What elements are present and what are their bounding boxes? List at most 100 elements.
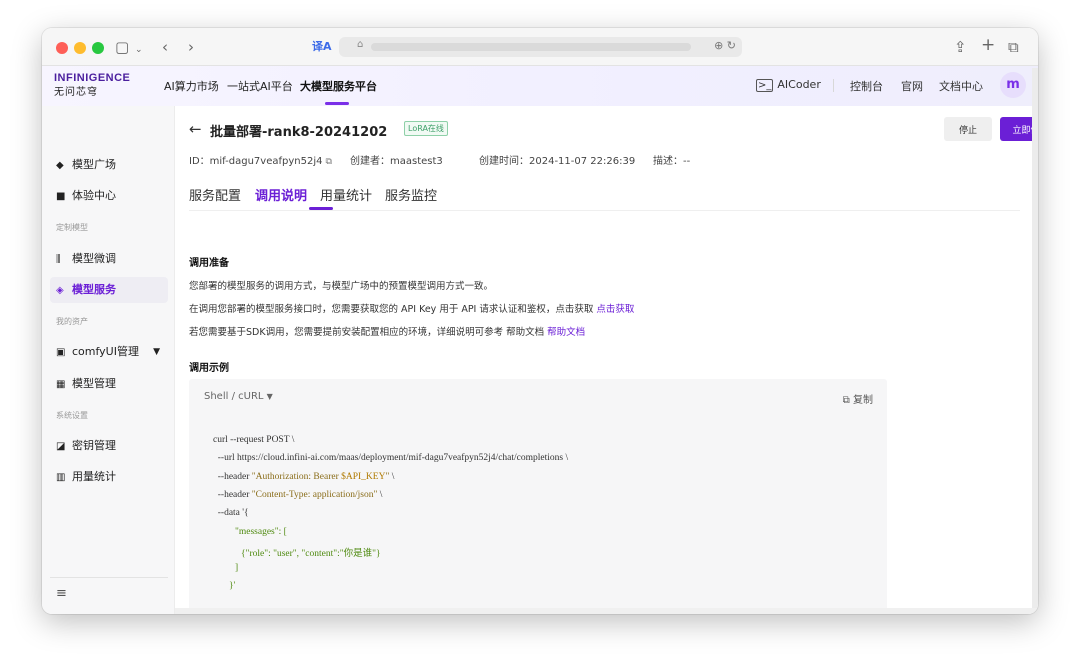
code-line-9: }': [229, 581, 236, 591]
creator: 创建者：maastest3: [350, 156, 443, 167]
prep-paragraph-1: 您部署的模型服务的调用方式，与模型广场中的预置模型调用方式一致。: [189, 281, 494, 292]
top-navigation: INFINIGENCE 无问芯穹 AI算力市场 一站式AI平台 大模型服务平台 …: [42, 66, 1038, 106]
sidebar-item-model-service[interactable]: ◈ 模型服务: [50, 277, 168, 303]
minimize-window-button[interactable]: [74, 42, 86, 54]
main-content: ← 批量部署-rank8-20241202 LoRA在线 停止 立即体验 ID：…: [175, 106, 1038, 614]
sidebar-toggle-icon[interactable]: ▢: [115, 37, 129, 57]
code-line-7: {"role": "user", "content":"你是谁"}: [241, 549, 381, 559]
code-example-block: Shell / cURL ▼ ⧉ 复制 curl --request POST …: [189, 379, 887, 614]
language-select-value: Shell / cURL: [204, 391, 264, 402]
tab-overview-icon[interactable]: ⧉: [1008, 37, 1019, 57]
sidebar-item-finetune[interactable]: ⫼ 模型微调: [50, 246, 168, 272]
get-api-key-link[interactable]: 点击获取: [596, 304, 634, 315]
chevron-down-icon: ▼: [266, 392, 273, 401]
sidebar-item-model-manage[interactable]: ▦ 模型管理: [50, 371, 168, 397]
grid-icon: ▦: [56, 379, 66, 390]
sidebar-item-label: 模型微调: [72, 252, 116, 265]
code-token: \: [389, 472, 395, 482]
tab-service-config[interactable]: 服务配置: [189, 185, 241, 204]
code-line-1: curl --request POST \: [213, 435, 295, 445]
tab-usage-stats[interactable]: 用量统计: [320, 185, 372, 204]
sidebar-item-comfyui[interactable]: ▣ comfyUI管理 ▼: [50, 339, 168, 365]
nav-one-stop-ai-platform[interactable]: 一站式AI平台: [227, 78, 293, 94]
user-avatar[interactable]: m: [1000, 72, 1026, 98]
official-site-link[interactable]: 官网: [901, 78, 923, 94]
sidebar-item-label: 体验中心: [72, 189, 116, 202]
translate-icon[interactable]: 译A: [312, 37, 332, 57]
sidebar-divider: [50, 577, 168, 578]
code-string: "Content-Type: application/json": [251, 490, 378, 500]
sidebar-group-settings: 系统设置: [56, 411, 88, 420]
nav-llm-service-platform[interactable]: 大模型服务平台: [300, 78, 377, 94]
docs-center-link[interactable]: 文档中心: [939, 78, 983, 94]
aicoder-link[interactable]: >_ AICoder: [756, 78, 821, 92]
language-select[interactable]: Shell / cURL ▼: [204, 391, 273, 402]
prep-paragraph-3: 若您需要基于SDK调用，您需要提前安装配置相应的环境，详细说明可参考 帮助文档 …: [189, 324, 585, 338]
comfyui-icon: ▣: [56, 347, 66, 358]
close-window-button[interactable]: [56, 42, 68, 54]
menu-collapse-icon[interactable]: ≡: [56, 586, 67, 601]
sidebar-item-model-square[interactable]: ◆ 模型广场: [50, 152, 168, 178]
sidebar-item-usage[interactable]: ▥ 用量统计: [50, 464, 168, 490]
share-icon[interactable]: ⇪: [954, 37, 967, 57]
tab-service-monitor[interactable]: 服务监控: [385, 185, 437, 204]
lock-icon: ⌂: [357, 39, 364, 50]
console-link[interactable]: 控制台: [850, 78, 883, 94]
copy-code-button[interactable]: ⧉ 复制: [843, 391, 873, 406]
help-docs-link[interactable]: 帮助文档: [547, 327, 585, 338]
sidebar-item-label: 密钥管理: [72, 439, 116, 452]
sidebar-item-label: comfyUI管理: [72, 345, 139, 358]
sidebar-item-label: 模型广场: [72, 158, 116, 171]
sidebar-item-experience[interactable]: ■ 体验中心: [50, 183, 168, 209]
bar-chart-icon: ▥: [56, 472, 66, 483]
vertical-scrollbar[interactable]: [1032, 68, 1038, 608]
brand-logo[interactable]: INFINIGENCE 无问芯穹: [54, 72, 130, 98]
horizontal-scrollbar[interactable]: [175, 608, 1038, 614]
tab-divider: [189, 210, 1020, 211]
terminal-icon: >_: [756, 79, 774, 92]
stop-button[interactable]: 停止: [944, 117, 992, 141]
code-variable: $API_KEY: [341, 472, 386, 482]
logo-text-cn: 无问芯穹: [54, 87, 98, 98]
maximize-window-button[interactable]: [92, 42, 104, 54]
sidebar-group-assets: 我的资产: [56, 317, 88, 326]
status-badge: LoRA在线: [404, 121, 448, 136]
nav-ai-compute-market[interactable]: AI算力市场: [164, 78, 219, 94]
copy-label: 复制: [853, 395, 873, 406]
address-bar[interactable]: ⌂ ⊕ ↻: [339, 37, 742, 57]
section-title-example: 调用示例: [189, 363, 229, 374]
sidebar-item-key-manage[interactable]: ◪ 密钥管理: [50, 433, 168, 459]
prep-paragraph-2: 在调用您部署的模型服务接口时，您需要获取您的 API Key 用于 API 请求…: [189, 301, 634, 315]
code-line-5: --data '{: [213, 508, 249, 518]
section-title-prep: 调用准备: [189, 258, 229, 269]
cube-icon: ◆: [56, 160, 64, 171]
chevron-down-icon[interactable]: ▼: [153, 339, 160, 365]
back-nav-icon[interactable]: ‹: [162, 37, 168, 57]
browser-window: ▢ ⌄ ‹ › 译A ⌂ ⊕ ↻ ⇪ + ⧉ INFINIGENCE 无问芯穹 …: [42, 28, 1038, 614]
sidebar: ◆ 模型广场 ■ 体验中心 定制模型 ⫼ 模型微调 ◈ 模型服务 我的资产 ▣ comfy…: [42, 106, 175, 614]
experience-icon: ■: [56, 191, 66, 202]
code-string: "Authorization: Bearer: [251, 472, 342, 482]
new-tab-icon[interactable]: +: [981, 35, 995, 55]
browser-toolbar: ▢ ⌄ ‹ › 译A ⌂ ⊕ ↻ ⇪ + ⧉: [42, 28, 1038, 66]
copy-icon: ⧉: [842, 395, 850, 406]
key-icon: ◪: [56, 441, 66, 452]
page-title: 批量部署-rank8-20241202: [210, 125, 388, 140]
code-line-3: --header "Authorization: Bearer $API_KEY…: [213, 472, 395, 482]
tab-call-instructions[interactable]: 调用说明: [255, 185, 307, 204]
url-text-redacted: [371, 43, 691, 51]
sidebar-item-label: 用量统计: [72, 470, 116, 483]
forward-nav-icon[interactable]: ›: [188, 37, 194, 57]
prep-paragraph-3-text: 若您需要基于SDK调用，您需要提前安装配置相应的环境，详细说明可参考 帮助文档: [189, 327, 548, 338]
copy-icon[interactable]: ⧉: [325, 157, 331, 167]
code-line-8: ]: [235, 563, 239, 573]
chevron-down-icon[interactable]: ⌄: [135, 40, 143, 60]
created-time: 创建时间：2024-11-07 22:26:39: [479, 156, 636, 167]
nav-active-indicator: [325, 102, 349, 105]
code-line-4: --header "Content-Type: application/json…: [213, 490, 383, 500]
nav-divider: [833, 79, 834, 92]
reload-icon[interactable]: ⊕ ↻: [714, 39, 736, 52]
back-arrow-icon[interactable]: ←: [189, 120, 202, 138]
description: 描述：--: [653, 156, 691, 167]
code-line-6: "messages": [: [235, 527, 287, 537]
